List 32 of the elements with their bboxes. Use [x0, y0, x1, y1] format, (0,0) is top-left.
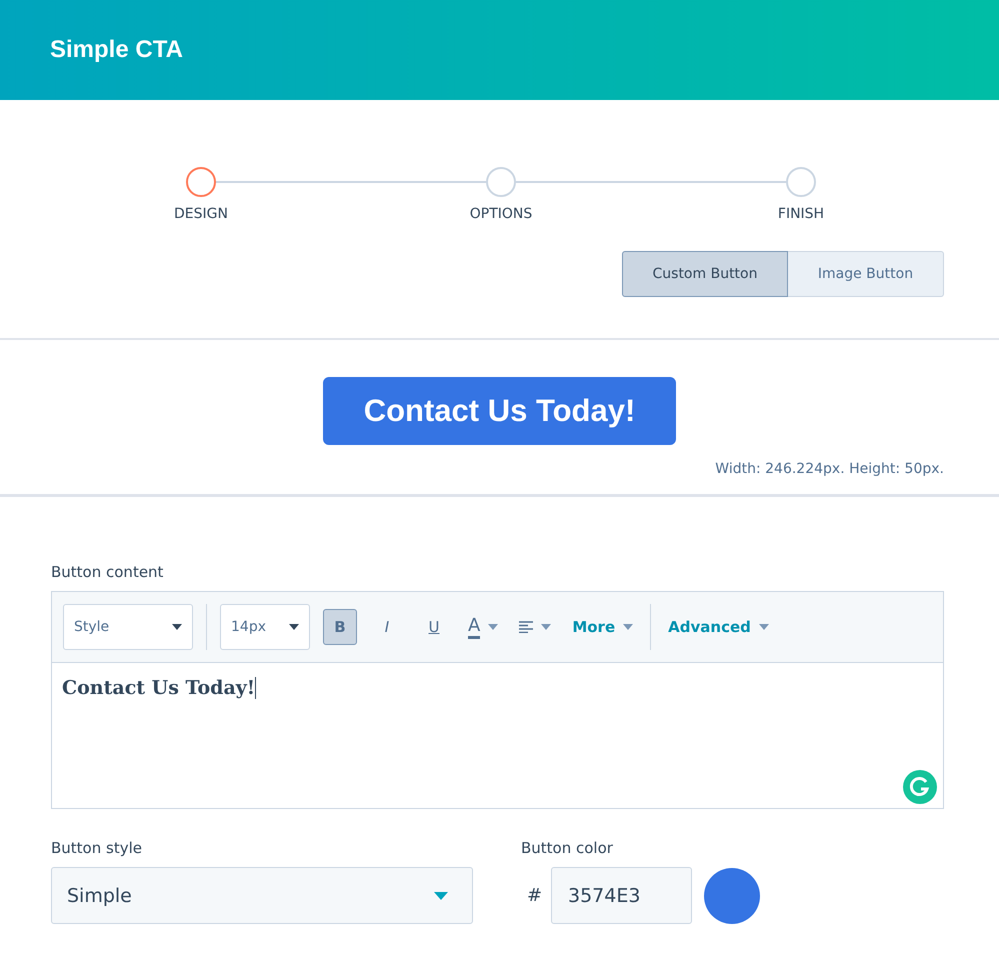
color-input[interactable]: 3574E3: [551, 867, 692, 924]
step-label: FINISH: [778, 206, 824, 222]
grammar-assistant-icon[interactable]: [903, 770, 937, 804]
align-left-icon: [519, 621, 534, 633]
caret-icon: [434, 892, 448, 900]
caret-icon: [758, 624, 769, 630]
caret-icon: [172, 624, 182, 630]
step-label: OPTIONS: [470, 206, 532, 222]
format-button[interactable]: B: [323, 609, 357, 645]
field-label: Button style: [51, 839, 143, 857]
field-label: Button color: [521, 839, 614, 857]
cta-button[interactable]: Contact Us Today!: [323, 377, 676, 445]
toggle-button[interactable]: Custom Button: [622, 251, 788, 297]
toolbar-menu[interactable]: Advanced: [664, 618, 773, 636]
toolbar-menu[interactable]: More: [568, 618, 638, 636]
caret-icon: [623, 624, 634, 630]
page-title: Simple CTA: [50, 36, 183, 64]
hash-sign: #: [526, 885, 544, 906]
toggle-button[interactable]: Image Button: [788, 251, 944, 297]
toolbar-dropdown[interactable]: 14px: [220, 604, 310, 650]
caret-icon: [541, 624, 552, 630]
format-button[interactable]: I: [370, 609, 404, 645]
toolbar-dropdown[interactable]: Style: [63, 604, 193, 650]
style-select[interactable]: Simple: [51, 867, 473, 924]
format-button[interactable]: U: [417, 609, 451, 645]
field-label: Button content: [51, 563, 164, 581]
caret-icon: [289, 624, 299, 630]
dimensions-text: Width: 246.224px. Height: 50px.: [715, 461, 944, 477]
step-label: DESIGN: [174, 206, 228, 222]
editor-text[interactable]: Contact Us Today!: [62, 677, 256, 699]
font-color-button[interactable]: A: [464, 616, 502, 638]
caret-icon: [488, 624, 498, 630]
